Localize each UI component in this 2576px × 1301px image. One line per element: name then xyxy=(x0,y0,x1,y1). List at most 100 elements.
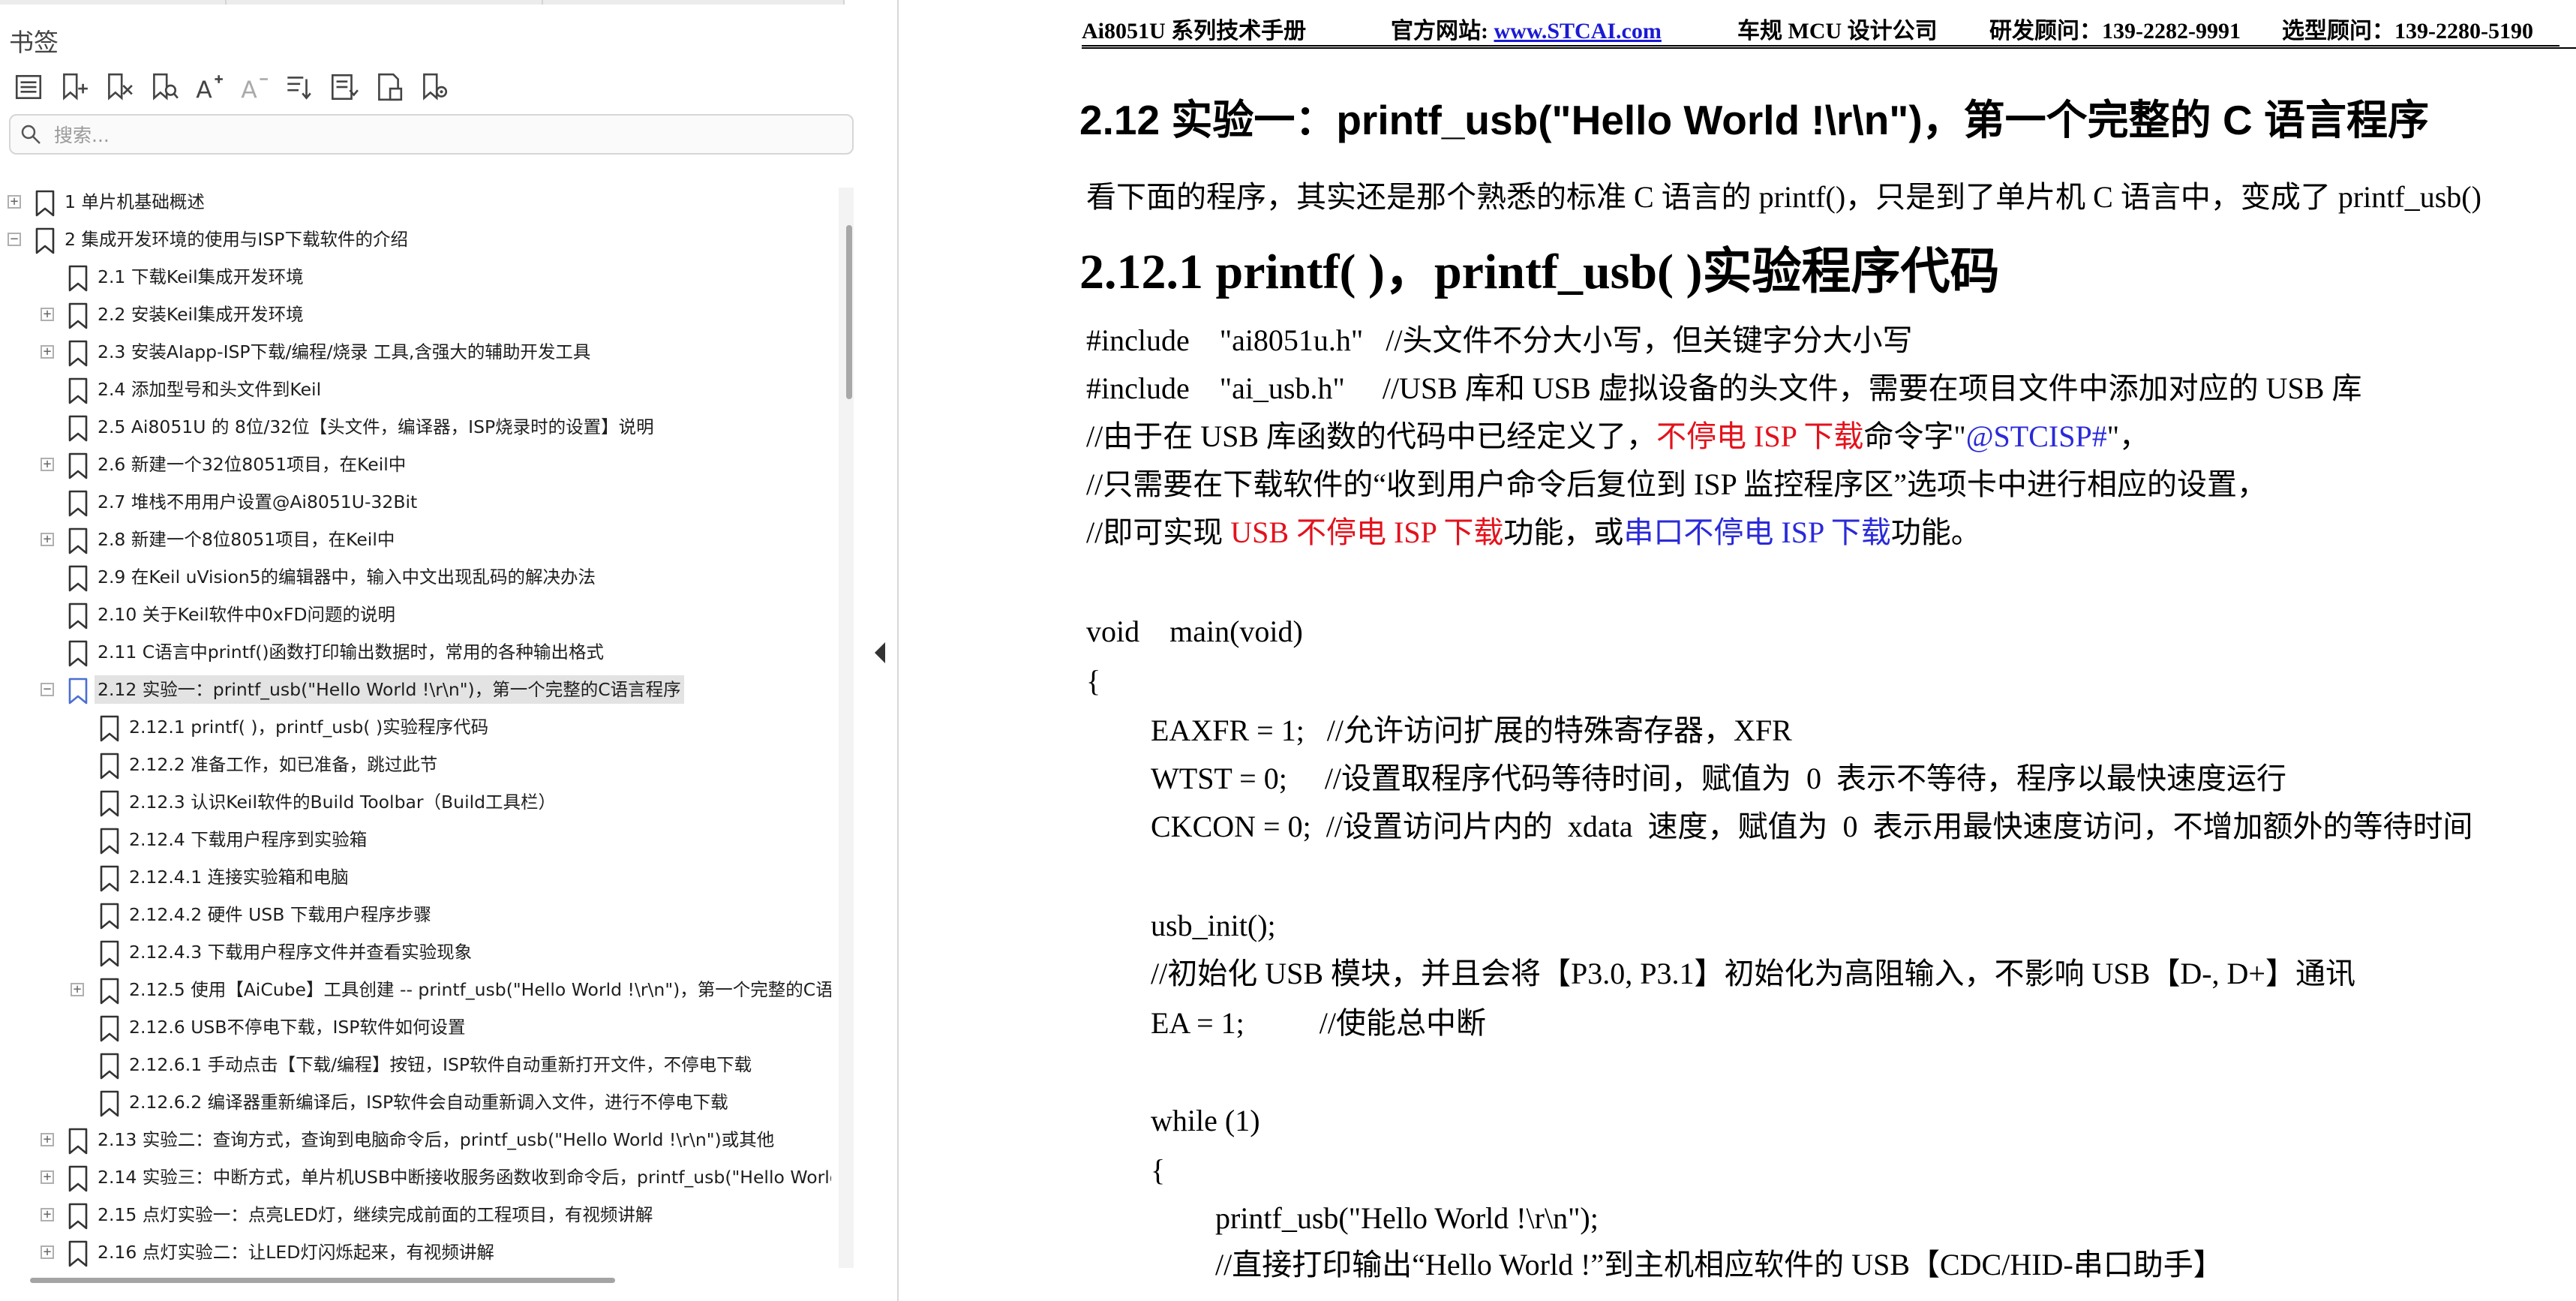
bookmark-item[interactable]: +2.6 新建一个32位8051项目，在Keil中 xyxy=(0,446,831,484)
bookmark-item[interactable]: 2.12.4.1 连接实验箱和电脑 xyxy=(0,859,831,897)
bookmark-icon xyxy=(68,1128,88,1155)
bookmark-item[interactable]: 2.10 关于Keil软件中0xFD问题的说明 xyxy=(0,596,831,634)
code-line: printf_usb("Hello World !\r\n"); xyxy=(1215,1201,1599,1235)
bookmark-item[interactable]: 2.9 在Keil uVision5的编辑器中，输入中文出现乱码的解决办法 xyxy=(0,559,831,596)
header-sel-contact: 选型顾问：139-2280-5190 xyxy=(2282,19,2533,44)
bookmark-item[interactable]: 2.5 Ai8051U 的 8位/32位【头文件，编译器，ISP烧录时的设置】说… xyxy=(0,409,831,446)
bookmark-item[interactable]: +2.2 安装Keil集成开发环境 xyxy=(0,296,831,334)
bookmark-label: 1 单片机基础概述 xyxy=(65,191,205,212)
svg-text:A: A xyxy=(196,77,212,103)
bookmark-label: 2.13 实验二：查询方式，查询到电脑命令后，printf_usb("Hello… xyxy=(98,1129,775,1150)
bookmark-item[interactable]: 2.11 C语言中printf()函数打印输出数据时，常用的各种输出格式 xyxy=(0,634,831,672)
bookmark-item[interactable]: +2.15 点灯实验一：点亮LED灯，继续完成前面的工程项目，有视频讲解 xyxy=(0,1197,831,1234)
search-input[interactable] xyxy=(53,120,836,150)
expand-toggle-icon[interactable]: + xyxy=(41,458,54,471)
bookmark-item[interactable]: +2.14 实验三：中断方式，单片机USB中断接收服务函数收到命令后，print… xyxy=(0,1159,831,1197)
header-site-link[interactable]: www.STCAI.com xyxy=(1494,19,1662,44)
decrease-font-icon[interactable]: A xyxy=(234,68,273,107)
code-line: CKCON = 0; //设置访问片内的 xdata 速度，赋值为 0 表示用最… xyxy=(1151,810,2473,843)
bookmark-icon xyxy=(100,1015,119,1042)
expand-toggle-icon[interactable]: + xyxy=(41,308,54,321)
collapse-toggle-icon[interactable]: − xyxy=(41,683,54,696)
bookmark-label: 2.5 Ai8051U 的 8位/32位【头文件，编译器，ISP烧录时的设置】说… xyxy=(98,416,654,437)
bookmark-icon xyxy=(100,1053,119,1080)
expand-toggle-icon[interactable]: + xyxy=(71,983,84,996)
code-text: 功能。 xyxy=(1890,515,1981,549)
add-bookmark-icon[interactable] xyxy=(54,68,93,107)
bookmark-label: 2.12.4.2 硬件 USB 下载用户程序步骤 xyxy=(129,904,431,925)
bookmark-item[interactable]: 2.12.6 USB不停电下载，ISP软件如何设置 xyxy=(0,1009,831,1047)
bookmark-icon xyxy=(35,190,55,217)
bookmark-settings-icon[interactable] xyxy=(414,68,453,107)
bookmark-icon xyxy=(68,377,88,404)
expand-toggle-icon[interactable]: + xyxy=(41,345,54,359)
bookmark-item[interactable]: 2.12.1 printf( )，printf_usb( )实验程序代码 xyxy=(0,709,831,747)
bookmark-label: 2.3 安装AIapp-ISP下载/编程/烧录 工具,含强大的辅助开发工具 xyxy=(98,341,591,362)
collapse-toggle-icon[interactable]: − xyxy=(8,233,21,246)
code-line: //即可实现 USB 不停电 ISP 下载功能，或串口不停电 ISP 下载功能。 xyxy=(1086,510,1981,555)
code-highlight-red: 不停电 ISP 下载 xyxy=(1656,419,1864,453)
bookmark-icon xyxy=(68,340,88,367)
expand-toggle-icon[interactable]: + xyxy=(41,533,54,546)
expand-icon[interactable] xyxy=(279,68,318,107)
bookmark-label: 2.1 下载Keil集成开发环境 xyxy=(98,266,304,287)
code-text: "， xyxy=(2106,419,2150,453)
find-bookmark-icon[interactable] xyxy=(144,68,183,107)
code-line: WTST = 0; //设置取程序代码等待时间，赋值为 0 表示不等待，程序以最… xyxy=(1151,762,2287,795)
bookmark-label: 2.12.4 下载用户程序到实验箱 xyxy=(129,829,368,850)
header-rd-contact: 研发顾问：139-2282-9991 xyxy=(1989,19,2241,44)
expand-toggle-icon[interactable]: + xyxy=(41,1208,54,1221)
expand-toggle-icon[interactable]: + xyxy=(8,195,21,209)
bookmark-item[interactable]: +2.12.5 使用【AiCube】工具创建 -- printf_usb("He… xyxy=(0,972,831,1009)
bookmark-item[interactable]: +2.3 安装AIapp-ISP下载/编程/烧录 工具,含强大的辅助开发工具 xyxy=(0,334,831,371)
delete-bookmark-icon[interactable] xyxy=(99,68,138,107)
vertical-scrollbar-thumb[interactable] xyxy=(846,225,852,399)
bookmark-label: 2.8 新建一个8位8051项目，在Keil中 xyxy=(98,529,395,550)
bookmark-list-icon[interactable] xyxy=(9,68,48,107)
bookmark-icon xyxy=(100,940,119,967)
bookmark-item[interactable]: 2.12.2 准备工作，如已准备，跳过此节 xyxy=(0,747,831,784)
bookmark-item[interactable]: − 2 集成开发环境的使用与ISP下载软件的介绍 xyxy=(0,221,831,259)
collapse-icon[interactable] xyxy=(324,68,363,107)
bookmark-icon xyxy=(68,565,88,592)
horizontal-scrollbar-thumb[interactable] xyxy=(30,1278,615,1283)
bookmark-icon xyxy=(100,790,119,817)
bookmark-item[interactable]: 2.4 添加型号和头文件到Keil xyxy=(0,371,831,409)
subsection-heading: 2.12.1 printf( )，printf_usb( )实验程序代码 xyxy=(1079,245,2000,299)
bookmark-item[interactable]: 2.12.4.2 硬件 USB 下载用户程序步骤 xyxy=(0,897,831,934)
tab-strip xyxy=(0,0,899,6)
document-page: Ai8051U 系列技术手册 官方网站: www.STCAI.com 车规 MC… xyxy=(900,0,2576,1301)
bookmark-item[interactable]: 2.12.4 下载用户程序到实验箱 xyxy=(0,822,831,859)
expand-toggle-icon[interactable]: + xyxy=(41,1133,54,1146)
bookmark-item[interactable]: − 2.12 实验一：printf_usb("Hello World !\r\n"… xyxy=(0,672,831,709)
bookmark-icon xyxy=(68,640,88,667)
bookmark-label: 2.12.6.2 编译器重新编译后，ISP软件会自动重新调入文件，进行不停电下载 xyxy=(129,1092,728,1113)
bookmark-item[interactable]: +1 单片机基础概述 xyxy=(0,184,831,221)
code-line: { xyxy=(1086,664,1101,698)
bookmark-item[interactable]: +2.13 实验二：查询方式，查询到电脑命令后，printf_usb("Hell… xyxy=(0,1122,831,1159)
bookmark-item[interactable]: 2.7 堆栈不用用户设置@Ai8051U-32Bit xyxy=(0,484,831,521)
bookmark-item[interactable]: 2.1 下载Keil集成开发环境 xyxy=(0,259,831,296)
collapse-panel-icon[interactable] xyxy=(870,638,888,668)
bookmark-properties-icon[interactable] xyxy=(369,68,408,107)
bookmark-icon xyxy=(68,415,88,442)
code-line: usb_init(); xyxy=(1151,909,1276,942)
bookmark-item[interactable]: 2.12.4.3 下载用户程序文件并查看实验现象 xyxy=(0,934,831,972)
bookmark-label: 2.7 堆栈不用用户设置@Ai8051U-32Bit xyxy=(98,491,418,512)
bookmark-item[interactable]: 2.12.3 认识Keil软件的Build Toolbar（Build工具栏） xyxy=(0,784,831,822)
increase-font-icon[interactable]: A xyxy=(189,68,228,107)
bookmark-label: 2.15 点灯实验一：点亮LED灯，继续完成前面的工程项目，有视频讲解 xyxy=(98,1204,653,1225)
bookmark-item[interactable]: 2.12.6.2 编译器重新编译后，ISP软件会自动重新调入文件，进行不停电下载 xyxy=(0,1084,831,1122)
bookmark-icon xyxy=(68,265,88,292)
intro-paragraph: 看下面的程序，其实还是那个熟悉的标准 C 语言的 printf()，只是到了单片… xyxy=(1086,180,2481,214)
code-line: EA = 1; //使能总中断 xyxy=(1151,1006,1487,1040)
bookmark-icon xyxy=(68,490,88,517)
bookmark-search[interactable] xyxy=(9,114,854,155)
bookmark-item[interactable]: 2.12.6.1 手动点击【下载/编程】按钮，ISP软件自动重新打开文件，不停电… xyxy=(0,1047,831,1084)
bookmark-item[interactable]: +2.8 新建一个8位8051项目，在Keil中 xyxy=(0,521,831,559)
bookmark-icon xyxy=(100,865,119,892)
expand-toggle-icon[interactable]: + xyxy=(41,1170,54,1184)
bookmark-item[interactable]: +2.16 点灯实验二：让LED灯闪烁起来，有视频讲解 xyxy=(0,1234,831,1270)
expand-toggle-icon[interactable]: + xyxy=(41,1245,54,1259)
bookmark-tree: +1 单片机基础概述 − 2 集成开发环境的使用与ISP下载软件的介绍 2.1 下载K… xyxy=(0,184,831,1270)
